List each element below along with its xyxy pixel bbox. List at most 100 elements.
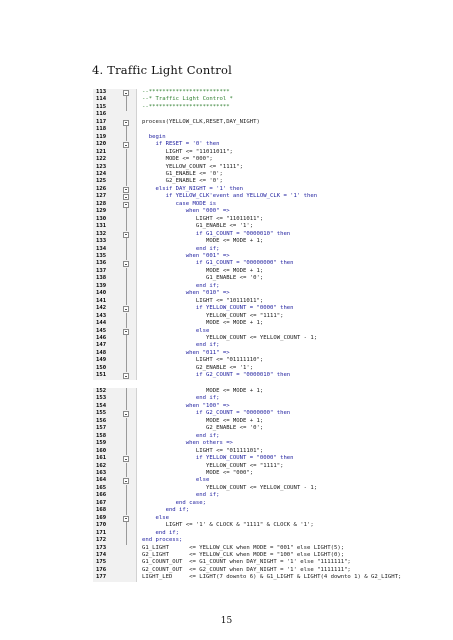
line-number: 172 bbox=[96, 537, 107, 544]
line-number: 169 bbox=[96, 514, 107, 521]
fold-collapse-icon[interactable] bbox=[123, 119, 129, 126]
code-line: 171 end if; bbox=[93, 529, 375, 538]
code-line: 141 LIGHT <= "10111011"; bbox=[93, 297, 375, 306]
code-text: LIGHT <= "10111011"; bbox=[142, 297, 264, 304]
code-text: YELLOW_COUNT <= "1111"; bbox=[142, 312, 284, 319]
code-text: when "001" => bbox=[142, 252, 230, 259]
code-text: G1_ENABLE <= '0'; bbox=[142, 275, 264, 282]
line-number: 139 bbox=[96, 282, 107, 289]
code-text: end if; bbox=[142, 245, 220, 252]
code-text: YELLOW_COUNT <= YELLOW_COUNT - 1; bbox=[142, 484, 318, 491]
line-number: 176 bbox=[96, 566, 107, 573]
line-number: 115 bbox=[96, 103, 107, 110]
line-number: 152 bbox=[96, 388, 107, 394]
fold-guide-line bbox=[125, 170, 127, 179]
fold-guide-line bbox=[125, 537, 127, 545]
line-number: 161 bbox=[96, 455, 107, 462]
fold-collapse-icon[interactable] bbox=[123, 201, 129, 208]
line-number: 167 bbox=[96, 499, 107, 506]
fold-guide-line bbox=[125, 163, 127, 171]
code-line: 153 end if; bbox=[93, 395, 375, 403]
code-line: 131 G1_ENABLE <= '1'; bbox=[93, 223, 375, 231]
code-text: end process; bbox=[142, 537, 183, 544]
code-text: if G2_COUNT = "0000010" then bbox=[142, 372, 291, 379]
code-text: end if; bbox=[142, 492, 220, 499]
line-number: 130 bbox=[96, 215, 107, 222]
line-number: 119 bbox=[96, 133, 107, 140]
code-text: if YELLOW_CLK'event and YELLOW_CLK = '1'… bbox=[142, 193, 318, 200]
line-number: 150 bbox=[96, 364, 107, 371]
code-line: 115 --************************ bbox=[93, 103, 375, 112]
fold-guide-line bbox=[125, 469, 127, 478]
line-number: 113 bbox=[96, 89, 107, 95]
code-text: end case; bbox=[142, 499, 206, 506]
code-text: --************************ bbox=[142, 89, 230, 95]
code-line: 122 MODE <= "000"; bbox=[93, 156, 375, 164]
line-number: 128 bbox=[96, 200, 107, 207]
code-text: G2_ENABLE <= '0'; bbox=[142, 178, 223, 185]
code-line: 146 YELLOW_COUNT <= YELLOW_COUNT - 1; bbox=[93, 334, 375, 343]
code-text: LIGHT <= "11011011"; bbox=[142, 148, 233, 155]
code-line: 114 --* Traffic Light Control * bbox=[93, 96, 375, 104]
fold-guide-line bbox=[125, 215, 127, 224]
line-number: 144 bbox=[96, 320, 107, 327]
code-line: 143 YELLOW_COUNT <= "1111"; bbox=[93, 312, 375, 321]
code-text: YELLOW_COUNT <= "1111"; bbox=[142, 163, 244, 170]
line-number: 146 bbox=[96, 334, 107, 341]
code-line: 126 elsif DAY_NIGHT = '1' then bbox=[93, 185, 375, 194]
code-line: 140 when "010" => bbox=[93, 290, 375, 298]
code-text: end if; bbox=[142, 282, 220, 289]
code-text: --* Traffic Light Control * bbox=[142, 96, 233, 103]
code-text: G2_ENABLE <= '1'; bbox=[142, 364, 254, 371]
line-number: 173 bbox=[96, 544, 107, 551]
code-text: if YELLOW_COUNT = "0000" then bbox=[142, 305, 294, 312]
fold-collapse-icon[interactable] bbox=[123, 478, 129, 485]
fold-collapse-icon[interactable] bbox=[123, 456, 129, 463]
code-line: 123 YELLOW_COUNT <= "1111"; bbox=[93, 163, 375, 171]
code-line: 174 G2_LIGHT <= YELLOW_CLK when MODE = "1… bbox=[93, 551, 375, 560]
line-number: 158 bbox=[96, 432, 107, 439]
fold-guide-line bbox=[125, 507, 127, 515]
fold-collapse-icon[interactable] bbox=[123, 328, 129, 335]
line-number: 134 bbox=[96, 245, 107, 252]
fold-guide-line bbox=[125, 312, 127, 321]
code-text: end if; bbox=[142, 342, 220, 349]
fold-collapse-icon[interactable] bbox=[123, 373, 129, 380]
fold-collapse-icon[interactable] bbox=[123, 515, 129, 522]
line-number: 133 bbox=[96, 238, 107, 245]
fold-collapse-icon[interactable] bbox=[123, 186, 129, 193]
code-text: if G1_COUNT = "0000010" then bbox=[142, 230, 291, 237]
fold-guide-line bbox=[125, 282, 127, 291]
code-line: 149 LIGHT <= "01111110"; bbox=[93, 357, 375, 365]
fold-guide-line bbox=[125, 208, 127, 216]
code-text: LIGHT <= "11011011"; bbox=[142, 215, 264, 222]
fold-guide-line bbox=[125, 148, 127, 157]
code-line: 168 end if; bbox=[93, 507, 375, 515]
fold-collapse-icon[interactable] bbox=[123, 194, 129, 201]
code-text: MODE <= MODE + 1; bbox=[142, 238, 264, 245]
line-number: 166 bbox=[96, 492, 107, 499]
code-text: G2_LIGHT <= YELLOW_CLK when MODE = "100"… bbox=[142, 551, 345, 558]
fold-collapse-icon[interactable] bbox=[123, 142, 129, 149]
line-number: 151 bbox=[96, 372, 107, 379]
code-line: 170 LIGHT <= '1' & CLOCK & "1111" & CLOC… bbox=[93, 522, 375, 530]
fold-collapse-icon[interactable] bbox=[123, 411, 129, 418]
fold-guide-line bbox=[125, 417, 127, 426]
line-number: 129 bbox=[96, 208, 107, 215]
fold-collapse-icon[interactable] bbox=[123, 90, 129, 96]
code-line: 132 if G1_COUNT = "0000010" then bbox=[93, 230, 375, 239]
fold-collapse-icon[interactable] bbox=[123, 306, 129, 313]
code-line: 169 else bbox=[93, 514, 375, 523]
fold-collapse-icon[interactable] bbox=[123, 231, 129, 238]
line-number: 142 bbox=[96, 305, 107, 312]
fold-guide-line bbox=[125, 178, 127, 186]
line-number: 140 bbox=[96, 290, 107, 297]
code-line: 136 if G1_COUNT = "00000000" then bbox=[93, 260, 375, 268]
code-text: G1_ENABLE <= '0'; bbox=[142, 170, 223, 177]
fold-guide-line bbox=[125, 357, 127, 365]
fold-guide-line bbox=[125, 297, 127, 306]
code-line: 130 LIGHT <= "11011011"; bbox=[93, 215, 375, 224]
fold-collapse-icon[interactable] bbox=[123, 261, 129, 268]
code-line: 125 G2_ENABLE <= '0'; bbox=[93, 178, 375, 186]
fold-guide-line bbox=[125, 156, 127, 164]
